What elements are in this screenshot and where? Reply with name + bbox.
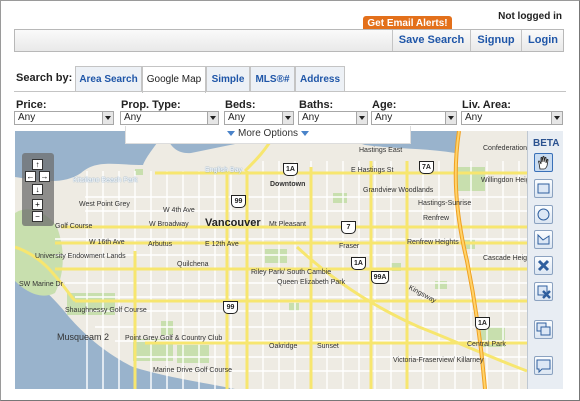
highway-shield: 1A <box>283 163 298 176</box>
map-label-oakridge: Oakridge <box>269 343 298 350</box>
map-label-central-park: Central Park <box>467 341 506 348</box>
age-label: Age: <box>372 99 397 111</box>
map-label-hastings-east: Hastings East <box>359 147 403 154</box>
map-label-grandview: Grandview Woodlands <box>363 187 434 194</box>
map-label-sw-marine: SW Marine Dr <box>19 281 63 288</box>
tab-address[interactable]: Address <box>295 66 345 91</box>
map-label-mt-pleasant: Mt Pleasant <box>269 221 306 228</box>
map-label-willingdon: Willingdon Heights <box>481 177 527 184</box>
map-navigation-control: ↑ ← → ↓ + − <box>22 153 54 226</box>
circle-tool-icon[interactable] <box>534 205 553 224</box>
chevron-down-icon <box>102 112 113 124</box>
map-label-vancouver: Vancouver <box>205 217 261 229</box>
top-action-bar: Save Search Signup Login <box>14 29 564 52</box>
age-select[interactable]: Any <box>371 111 457 125</box>
zoom-out-button[interactable]: − <box>32 211 43 222</box>
prop-type-label: Prop. Type: <box>121 99 181 111</box>
more-options-button[interactable]: More Options <box>125 126 411 144</box>
map-label-golf: Golf Course <box>55 223 93 230</box>
search-by-label: Search by: <box>16 72 73 84</box>
liv-area-label: Liv. Area: <box>462 99 511 111</box>
map-label-renfrew: Renfrew <box>423 215 450 222</box>
pan-down-button[interactable]: ↓ <box>32 184 43 195</box>
signup-button[interactable]: Signup <box>470 30 521 51</box>
rectangle-tool-icon[interactable] <box>534 179 553 198</box>
triangle-down-icon <box>301 130 310 136</box>
tab-simple[interactable]: Simple <box>206 66 250 91</box>
clear-shapes-icon[interactable] <box>534 282 553 301</box>
map-label-arbutus: Arbutus <box>148 241 173 248</box>
map-label-english-bay: English Bay <box>205 167 242 174</box>
chevron-down-icon <box>356 112 367 124</box>
login-button[interactable]: Login <box>521 30 564 51</box>
zoom-in-button[interactable]: + <box>32 199 43 210</box>
baths-label: Baths: <box>299 99 334 111</box>
google-map[interactable]: Hastings East Confederation Park Kitsila… <box>15 131 527 389</box>
map-label-shaughnessy: Shaughnessy Golf Course <box>65 307 147 314</box>
map-label-downtown: Downtown <box>270 181 306 188</box>
map-label-university: University Endowment Lands <box>35 253 126 260</box>
map-label-marine-golf: Marine Drive Golf Course <box>153 367 232 374</box>
map-label-e12th: E 12th Ave <box>205 241 239 248</box>
highway-shield: 99 <box>223 301 238 314</box>
highway-shield: 99 <box>231 195 246 208</box>
map-label-sunset: Sunset <box>317 343 339 350</box>
chevron-down-icon <box>445 112 456 124</box>
liv-area-select[interactable]: Any <box>461 111 563 125</box>
beds-label: Beds: <box>225 99 256 111</box>
map-label-riley-park: Riley Park/ South Cambie <box>251 269 332 276</box>
highway-shield: 1A <box>351 257 366 270</box>
chevron-down-icon <box>282 112 293 124</box>
map-label-e-hastings: E Hastings St <box>351 167 394 174</box>
map-label-renfrew-heights: Renfrew Heights <box>407 239 459 246</box>
map-label-hastings-sunrise: Hastings-Sunrise <box>418 200 472 207</box>
highway-shield: 99A <box>371 271 389 284</box>
chevron-down-icon <box>207 112 218 124</box>
pan-up-button[interactable]: ↑ <box>32 159 43 170</box>
tab-divider <box>14 91 566 92</box>
tab-area-search[interactable]: Area Search <box>75 66 142 91</box>
tab-mls[interactable]: MLS®# <box>250 66 295 91</box>
pan-right-button[interactable]: → <box>39 171 50 182</box>
layers-tool-icon[interactable] <box>534 320 553 339</box>
comment-tool-icon[interactable] <box>534 356 553 375</box>
map-label-cascade: Cascade Heights <box>483 255 527 262</box>
map-label-musqueam: Musqueam 2 <box>57 332 110 342</box>
baths-select[interactable]: Any <box>298 111 368 125</box>
triangle-down-icon <box>226 130 235 136</box>
map-label-w4th: W 4th Ave <box>163 207 195 214</box>
map-label-west-point-grey: West Point Grey <box>79 201 130 208</box>
price-label: Price: <box>16 99 47 111</box>
hand-tool-icon[interactable] <box>534 153 553 172</box>
map-label-kitsilano: Kitsilano Beach Park <box>73 177 138 184</box>
beta-label: BETA <box>533 138 560 149</box>
prop-type-select[interactable]: Any <box>120 111 219 125</box>
map-label-wbroadway: W Broadway <box>149 221 189 228</box>
map-label-victoria: Victoria-Fraserview/ Killarney <box>393 357 484 364</box>
chevron-down-icon <box>551 112 562 124</box>
highway-shield: 7A <box>419 161 434 174</box>
map-label-confederation: Confederation Park <box>483 145 527 152</box>
beds-select[interactable]: Any <box>224 111 294 125</box>
login-status: Not logged in <box>498 11 562 22</box>
save-search-button[interactable]: Save Search <box>392 30 470 51</box>
highway-shield: 1A <box>475 317 490 330</box>
delete-shape-icon[interactable] <box>534 256 553 275</box>
map-label-point-grey-golf: Point Grey Golf & Country Club <box>125 335 223 342</box>
price-select[interactable]: Any <box>14 111 114 125</box>
highway-shield: 7 <box>341 221 356 234</box>
pan-left-button[interactable]: ← <box>25 171 36 182</box>
tab-google-map[interactable]: Google Map <box>142 66 206 93</box>
map-label-queen-elizabeth: Queen Elizabeth Park <box>277 279 346 286</box>
map-label-fraser: Fraser <box>339 243 360 250</box>
map-label-quilchena: Quilchena <box>177 261 209 268</box>
polygon-tool-icon[interactable] <box>534 230 553 249</box>
map-label-w16th: W 16th Ave <box>89 239 125 246</box>
